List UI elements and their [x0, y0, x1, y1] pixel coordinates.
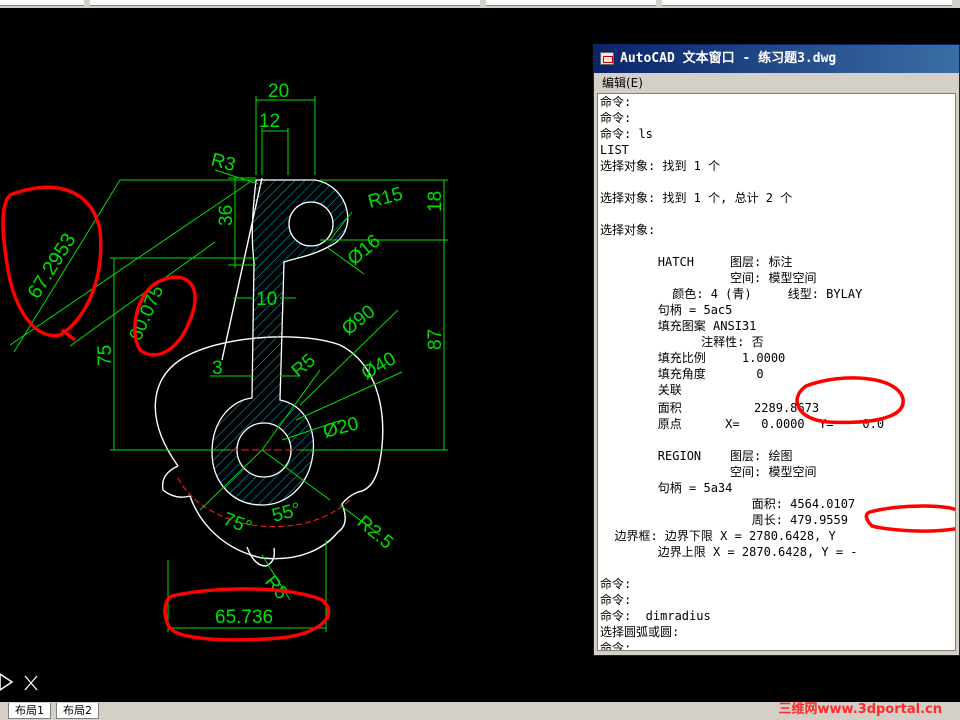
- dimension-texts: 20 12 R3 36 R15 18 Ø16 10 Ø90 87 75 3 R5…: [24, 81, 446, 628]
- command-history[interactable]: 命令: 命令: 命令: ls LIST 选择对象: 找到 1 个选择对象: 找到 1 个…: [597, 93, 956, 651]
- text-window-markup: [795, 376, 955, 533]
- dim-75[interactable]: 75: [95, 345, 116, 366]
- dim-phi20[interactable]: Ø20: [321, 413, 361, 443]
- hatch-region[interactable]: [211, 179, 349, 506]
- layout-tab-bar: 布局1 布局2 三维网www.3dportal.cn: [0, 702, 960, 720]
- dim-3[interactable]: 3: [212, 358, 223, 379]
- watermark: 三维网www.3dportal.cn: [778, 702, 942, 717]
- dim-67-2953[interactable]: 67.2953: [24, 230, 81, 303]
- text-window-title: AutoCAD 文本窗口 - 练习题3.dwg: [620, 51, 837, 66]
- toolbar-segment: [662, 0, 952, 6]
- dim-75-deg[interactable]: 75°: [220, 509, 254, 539]
- dim-10[interactable]: 10: [256, 289, 277, 310]
- menu-edit[interactable]: 编辑(E): [602, 76, 643, 90]
- autocad-app-icon: [600, 52, 614, 65]
- text-window-titlebar[interactable]: AutoCAD 文本窗口 - 练习题3.dwg: [594, 45, 959, 73]
- dim-phi40[interactable]: Ø40: [358, 348, 400, 384]
- autocad-text-window[interactable]: AutoCAD 文本窗口 - 练习题3.dwg 编辑(E) 命令: 命令: 命令: …: [593, 44, 960, 656]
- toolbar-segment: [486, 0, 656, 6]
- toolbar-segment: [90, 0, 480, 6]
- ucs-icon: [0, 673, 38, 691]
- text-window-menubar: 编辑(E): [594, 73, 959, 93]
- dim-87[interactable]: 87: [425, 329, 446, 350]
- dim-r3[interactable]: R3: [209, 150, 238, 177]
- dim-36[interactable]: 36: [216, 205, 237, 226]
- tab-layout2[interactable]: 布局2: [56, 703, 99, 719]
- dim-18[interactable]: 18: [425, 191, 446, 212]
- toolbar-segment: [0, 0, 84, 6]
- top-toolbar-strip: [0, 0, 960, 8]
- dim-12[interactable]: 12: [259, 111, 280, 132]
- dim-r15[interactable]: R15: [366, 184, 405, 213]
- dim-20[interactable]: 20: [268, 81, 289, 102]
- dim-65-736[interactable]: 65.736: [215, 607, 273, 628]
- dim-r2-5[interactable]: R2.5: [353, 512, 397, 554]
- tab-layout1[interactable]: 布局1: [8, 703, 51, 719]
